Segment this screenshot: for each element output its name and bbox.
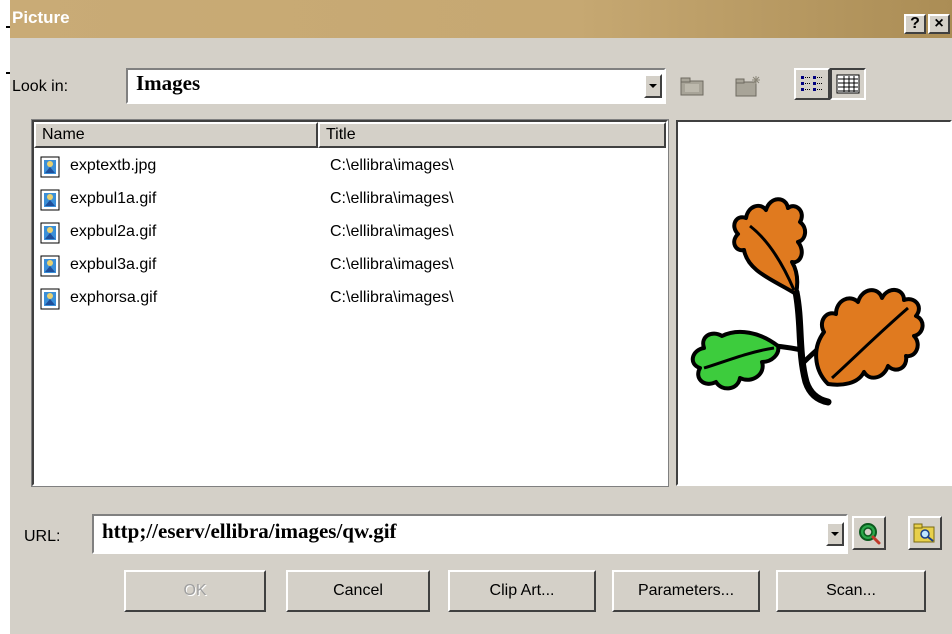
file-name: exptextb.jpg xyxy=(70,157,157,174)
list-item[interactable]: expbul1a.gif C:\ellibra\images\ xyxy=(34,185,664,215)
parameters-button[interactable]: Parameters... xyxy=(612,570,760,612)
up-folder-button[interactable] xyxy=(674,70,710,102)
column-header-name[interactable]: Name xyxy=(34,122,318,148)
column-header-title[interactable]: Title xyxy=(318,122,666,148)
up-folder-icon xyxy=(680,77,704,96)
cancel-button[interactable]: Cancel xyxy=(286,570,430,612)
dropdown-arrow-icon[interactable] xyxy=(826,522,844,546)
file-title: C:\ellibra\images\ xyxy=(330,190,454,207)
image-file-icon xyxy=(40,288,60,310)
browse-file-button[interactable] xyxy=(908,516,942,550)
file-title: C:\ellibra\images\ xyxy=(330,289,454,306)
file-title: C:\ellibra\images\ xyxy=(330,256,454,273)
scan-button[interactable]: Scan... xyxy=(776,570,926,612)
url-label: URL: xyxy=(24,528,61,545)
list-view-icon xyxy=(801,76,823,91)
look-in-combo[interactable]: Images xyxy=(126,68,666,104)
list-item[interactable]: expbul2a.gif C:\ellibra\images\ xyxy=(34,218,664,248)
list-view-button[interactable] xyxy=(794,68,830,100)
title-bar: Picture ? × xyxy=(10,0,952,38)
file-title: C:\ellibra\images\ xyxy=(330,157,454,174)
file-title: C:\ellibra\images\ xyxy=(330,223,454,240)
image-preview xyxy=(676,120,952,486)
image-file-icon xyxy=(40,156,60,178)
image-file-icon xyxy=(40,222,60,244)
folder-search-icon xyxy=(913,523,935,543)
image-file-icon xyxy=(40,189,60,211)
details-view-button[interactable] xyxy=(830,68,866,100)
file-list[interactable]: Name Title exptextb.jpg C:\ellibra\image… xyxy=(31,119,669,487)
close-button[interactable]: × xyxy=(928,14,950,34)
url-combo[interactable]: http;//eserv/ellibra/images/qw.gif xyxy=(92,514,848,554)
list-item[interactable]: expbul3a.gif C:\ellibra\images\ xyxy=(34,251,664,281)
list-item[interactable]: exptextb.jpg C:\ellibra\images\ xyxy=(34,152,664,182)
list-item[interactable]: exphorsa.gif C:\ellibra\images\ xyxy=(34,284,664,314)
file-name: expbul1a.gif xyxy=(70,190,157,207)
dropdown-arrow-icon[interactable] xyxy=(644,74,662,98)
file-name: exphorsa.gif xyxy=(70,289,158,306)
file-name: expbul2a.gif xyxy=(70,223,157,240)
globe-search-icon xyxy=(859,523,881,545)
image-file-icon xyxy=(40,255,60,277)
file-name: expbul3a.gif xyxy=(70,256,157,273)
picture-dialog: Picture ? × Look in: Images Name Title e… xyxy=(10,0,952,634)
clip-art-button[interactable]: Clip Art... xyxy=(448,570,596,612)
help-button[interactable]: ? xyxy=(904,14,926,34)
details-view-icon xyxy=(836,74,860,94)
new-folder-button[interactable] xyxy=(730,70,766,102)
new-folder-icon xyxy=(735,76,760,97)
look-in-label: Look in: xyxy=(12,78,69,95)
oak-leaves-clipart xyxy=(690,197,925,406)
ok-button[interactable]: OK xyxy=(124,570,266,612)
window-title: Picture xyxy=(12,8,70,27)
url-value: http;//eserv/ellibra/images/qw.gif xyxy=(102,519,397,543)
look-in-value: Images xyxy=(136,71,201,95)
browse-web-button[interactable] xyxy=(852,516,886,550)
